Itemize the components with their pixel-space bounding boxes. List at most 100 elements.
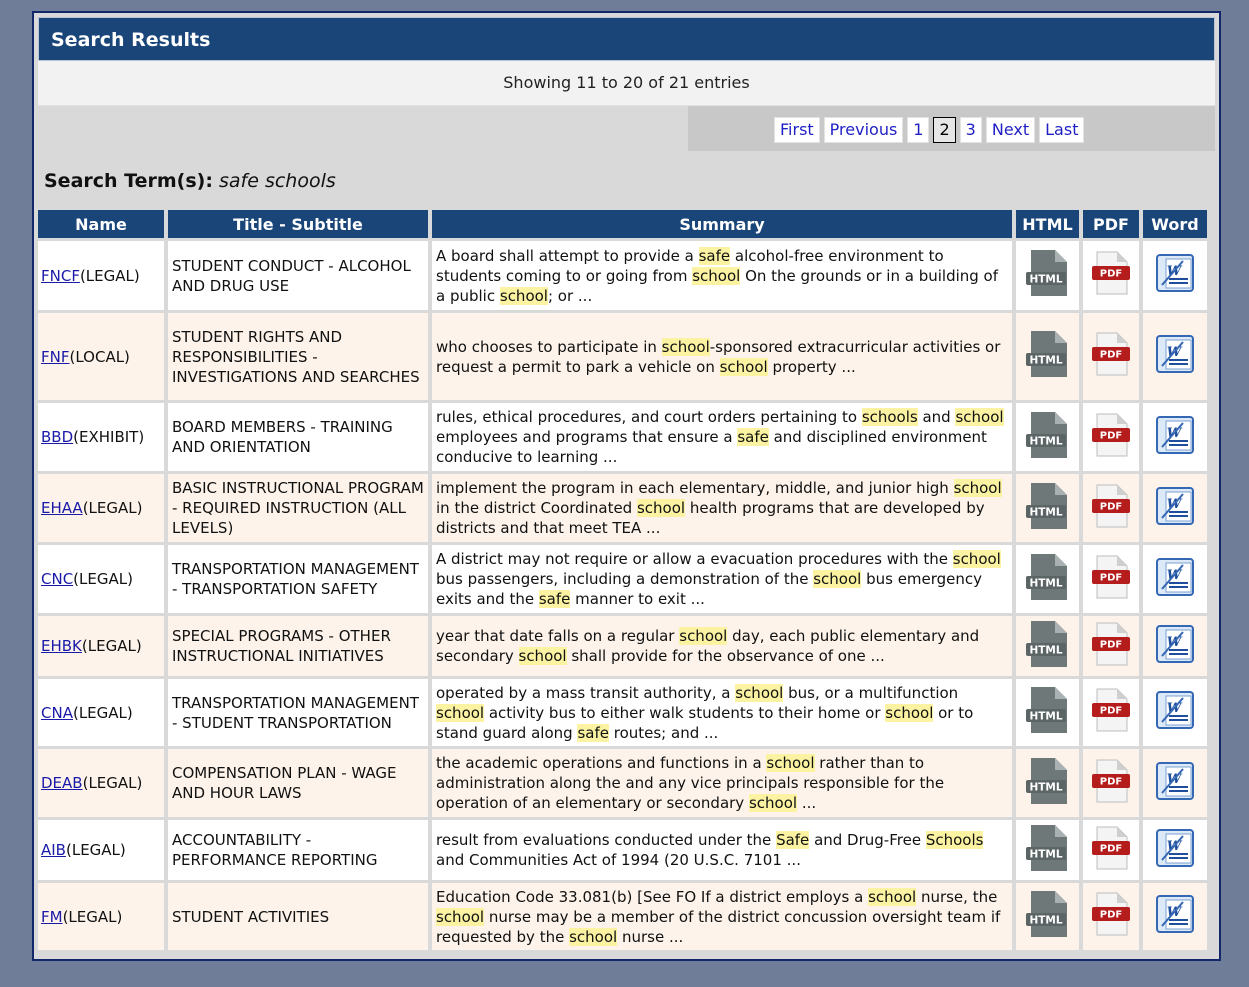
cell-html: HTML bbox=[1016, 545, 1079, 613]
svg-text:PDF: PDF bbox=[1100, 501, 1122, 512]
pdf-file-icon[interactable]: PDF bbox=[1089, 331, 1133, 382]
html-file-icon[interactable]: HTML bbox=[1025, 248, 1071, 303]
column-header-name[interactable]: Name bbox=[38, 210, 164, 238]
summary-text: property ... bbox=[767, 357, 856, 376]
policy-code-link[interactable]: BBD bbox=[41, 428, 73, 446]
pdf-file-icon[interactable]: PDF bbox=[1089, 412, 1133, 463]
word-file-icon[interactable]: W bbox=[1153, 332, 1197, 381]
pager-page-2-current[interactable]: 2 bbox=[933, 117, 956, 143]
highlighted-term: school bbox=[748, 794, 798, 812]
highlighted-term: school bbox=[499, 286, 548, 305]
html-file-icon[interactable]: HTML bbox=[1025, 685, 1071, 740]
policy-type: (LEGAL) bbox=[81, 637, 142, 655]
column-header-word[interactable]: Word bbox=[1143, 210, 1207, 238]
cell-name: DEAB(LEGAL) bbox=[38, 749, 164, 817]
pager-next[interactable]: Next bbox=[985, 117, 1036, 143]
policy-type: (EXHIBIT) bbox=[73, 428, 145, 446]
summary-text: nurse ... bbox=[617, 927, 684, 946]
cell-summary: result from evaluations conducted under … bbox=[432, 820, 1012, 880]
policy-type: (LOCAL) bbox=[69, 347, 130, 366]
table-row: FM(LEGAL) STUDENT ACTIVITIES Education Cod… bbox=[38, 883, 1207, 950]
summary-text: Education Code 33.081(b) [See FO If a di… bbox=[436, 887, 869, 906]
cell-pdf: PDF bbox=[1083, 403, 1139, 471]
pager-previous[interactable]: Previous bbox=[823, 117, 904, 143]
highlighted-term: safe bbox=[577, 723, 609, 742]
search-results-panel: Search Results Showing 11 to 20 of 21 en… bbox=[32, 11, 1221, 961]
policy-code-link[interactable]: DEAB bbox=[41, 774, 83, 792]
policy-type: (LEGAL) bbox=[79, 266, 140, 285]
panel-header: Search Results bbox=[38, 17, 1215, 61]
highlighted-term: school bbox=[735, 683, 784, 702]
cell-name: CNC(LEGAL) bbox=[38, 545, 164, 613]
pdf-file-icon[interactable]: PDF bbox=[1089, 483, 1133, 534]
pdf-file-icon[interactable]: PDF bbox=[1089, 250, 1133, 301]
pdf-file-icon[interactable]: PDF bbox=[1089, 554, 1133, 605]
summary-text: bus, or a multifunction bbox=[783, 683, 959, 702]
html-file-icon[interactable]: HTML bbox=[1025, 329, 1071, 384]
column-header-title[interactable]: Title - Subtitle bbox=[168, 210, 428, 238]
html-file-icon[interactable]: HTML bbox=[1025, 756, 1071, 811]
policy-code-link[interactable]: AIB bbox=[41, 841, 66, 859]
highlighted-term: safe bbox=[698, 246, 731, 265]
cell-pdf: PDF bbox=[1083, 545, 1139, 613]
word-file-icon[interactable]: W bbox=[1153, 622, 1197, 671]
html-file-icon[interactable]: HTML bbox=[1025, 481, 1071, 536]
column-header-html[interactable]: HTML bbox=[1016, 210, 1079, 238]
policy-code-link[interactable]: CNA bbox=[41, 704, 73, 722]
policy-code-link[interactable]: EHBK bbox=[41, 637, 82, 655]
policy-code-link[interactable]: CNC bbox=[41, 570, 73, 588]
policy-type: (LEGAL) bbox=[82, 499, 143, 517]
policy-code-link[interactable]: FNCF bbox=[41, 267, 80, 285]
policy-type: (LEGAL) bbox=[73, 570, 133, 588]
cell-html: HTML bbox=[1016, 474, 1079, 542]
word-file-icon[interactable]: W bbox=[1153, 555, 1197, 604]
word-file-icon[interactable]: W bbox=[1153, 826, 1197, 875]
summary-text: rules, ethical procedures, and court ord… bbox=[436, 408, 862, 426]
html-file-icon[interactable]: HTML bbox=[1025, 823, 1071, 878]
pager-last[interactable]: Last bbox=[1039, 117, 1085, 143]
pager-first[interactable]: First bbox=[774, 117, 820, 143]
policy-code-link[interactable]: FM bbox=[41, 908, 63, 926]
word-file-icon[interactable]: W bbox=[1153, 688, 1197, 737]
cell-name: FM(LEGAL) bbox=[38, 883, 164, 950]
pager-page-1[interactable]: 1 bbox=[907, 117, 930, 143]
word-file-icon[interactable]: W bbox=[1153, 484, 1197, 533]
cell-name: BBD(EXHIBIT) bbox=[38, 403, 164, 471]
pdf-file-icon[interactable]: PDF bbox=[1089, 621, 1133, 672]
summary-text: ; or ... bbox=[547, 286, 593, 305]
word-file-icon[interactable]: W bbox=[1153, 759, 1197, 808]
html-file-icon[interactable]: HTML bbox=[1025, 552, 1071, 607]
policy-code-link[interactable]: FNF bbox=[41, 348, 69, 366]
word-file-icon[interactable]: W bbox=[1153, 413, 1197, 462]
svg-text:HTML: HTML bbox=[1029, 848, 1062, 860]
pdf-file-icon[interactable]: PDF bbox=[1089, 825, 1133, 876]
html-file-icon[interactable]: HTML bbox=[1025, 410, 1071, 465]
summary-text: and Drug-Free bbox=[809, 831, 926, 849]
column-header-summary[interactable]: Summary bbox=[432, 210, 1012, 238]
summary-text: who chooses to participate in bbox=[436, 337, 662, 356]
summary-text: ... bbox=[797, 794, 817, 812]
svg-text:HTML: HTML bbox=[1029, 355, 1062, 367]
policy-code-link[interactable]: EHAA bbox=[41, 499, 83, 517]
pdf-file-icon[interactable]: PDF bbox=[1089, 758, 1133, 809]
cell-summary: rules, ethical procedures, and court ord… bbox=[432, 403, 1012, 471]
table-row: CNA(LEGAL) TRANSPORTATION MANAGEMENT - ST… bbox=[38, 679, 1207, 746]
table-row: AIB(LEGAL) ACCOUNTABILITY - PERFORMANCE R… bbox=[38, 820, 1207, 880]
word-file-icon[interactable]: W bbox=[1153, 251, 1197, 300]
highlighted-term: school bbox=[952, 550, 1001, 568]
html-file-icon[interactable]: HTML bbox=[1025, 889, 1071, 944]
cell-pdf: PDF bbox=[1083, 820, 1139, 880]
highlighted-term: school bbox=[661, 337, 710, 356]
word-file-icon[interactable]: W bbox=[1153, 892, 1197, 941]
summary-text: employees and programs that ensure a bbox=[436, 428, 738, 446]
pdf-file-icon[interactable]: PDF bbox=[1089, 891, 1133, 942]
summary-text: bus passengers, including a demonstratio… bbox=[436, 570, 814, 588]
svg-text:HTML: HTML bbox=[1029, 915, 1062, 927]
highlighted-term: Safe bbox=[776, 831, 810, 849]
column-header-pdf[interactable]: PDF bbox=[1083, 210, 1139, 238]
html-file-icon[interactable]: HTML bbox=[1025, 619, 1071, 674]
pager-page-3[interactable]: 3 bbox=[959, 117, 982, 143]
cell-word: W bbox=[1143, 749, 1207, 817]
svg-text:PDF: PDF bbox=[1100, 639, 1122, 650]
pdf-file-icon[interactable]: PDF bbox=[1089, 687, 1133, 738]
